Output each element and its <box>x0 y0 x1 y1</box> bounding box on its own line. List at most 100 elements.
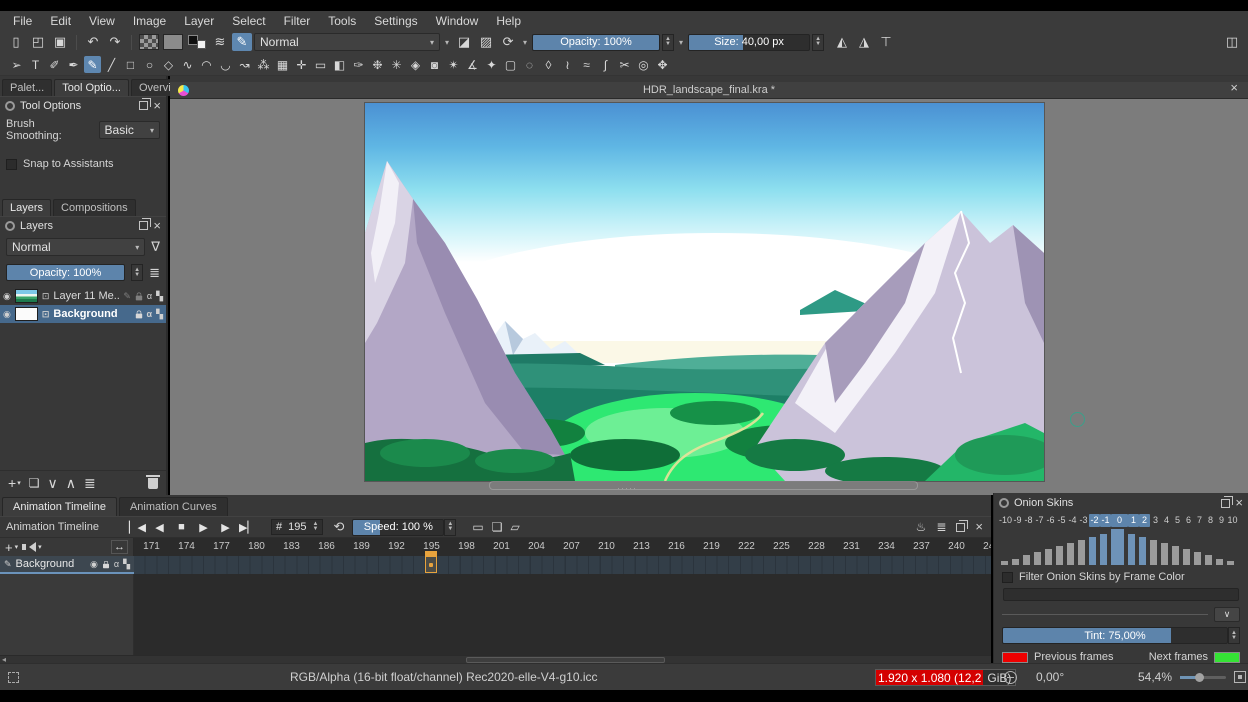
onion-skin-toggle-icon[interactable]: ♨ <box>916 520 927 534</box>
preserve-alpha-icon[interactable]: ▨ <box>476 33 496 51</box>
timeline-menu-icon[interactable]: ≣ <box>936 520 946 534</box>
tool-freehand-brush[interactable]: ✎ <box>84 56 101 73</box>
onion-opacity-bar[interactable] <box>1098 529 1109 565</box>
onion-frame-toggle[interactable]: -5 <box>1056 514 1067 527</box>
inherit-alpha-icon[interactable]: ▚ <box>156 291 163 302</box>
stop-button[interactable]: ■ <box>172 521 191 534</box>
onion-opacity-bar[interactable] <box>1065 529 1076 565</box>
tool-color-sampler[interactable]: ✑ <box>350 56 367 73</box>
menu-window[interactable]: Window <box>427 14 488 28</box>
fg-bg-color-selector[interactable] <box>187 34 207 50</box>
close-document-icon[interactable]: × <box>1230 83 1238 93</box>
wraparound-mode-icon[interactable]: ⊤ <box>876 33 896 51</box>
chevron-down-icon[interactable]: ▾ <box>38 543 42 551</box>
open-image-icon[interactable]: ◰ <box>28 33 48 51</box>
tool-bezier-select[interactable]: ∫ <box>597 56 614 73</box>
next-frames-color-swatch[interactable] <box>1214 652 1240 663</box>
onion-opacity-bar[interactable] <box>1043 529 1054 565</box>
layer-name[interactable]: Layer 11 Me... <box>53 290 119 302</box>
menu-view[interactable]: View <box>80 14 124 28</box>
reload-dropdown-icon[interactable]: ▾ <box>520 38 530 47</box>
tab-animation-curves[interactable]: Animation Curves <box>119 497 228 516</box>
onion-frame-toggle[interactable]: 8 <box>1205 514 1216 527</box>
onion-opacity-bar[interactable] <box>1109 529 1126 565</box>
onion-frame-toggle[interactable]: 3 <box>1150 514 1161 527</box>
onion-frame-toggle[interactable]: 6 <box>1183 514 1194 527</box>
opacity-slider[interactable]: Opacity: 100% <box>532 34 660 51</box>
pin-icon[interactable]: ✎ <box>4 559 12 570</box>
onion-frame-toggle[interactable]: -6 <box>1045 514 1056 527</box>
tool-colorize-mask[interactable]: ✴ <box>445 56 462 73</box>
tool-reference-images[interactable]: ✦ <box>483 56 500 73</box>
onion-frame-toggle[interactable]: 5 <box>1172 514 1183 527</box>
tool-polygon[interactable]: ◇ <box>160 56 177 73</box>
size-slider[interactable]: Size: 40,00 px <box>688 34 810 51</box>
tool-smart-patch[interactable]: ✳ <box>388 56 405 73</box>
onion-opacity-bar[interactable] <box>1159 529 1170 565</box>
filter-frame-color-checkbox[interactable] <box>1002 572 1013 583</box>
skip-to-start-button[interactable]: ▏◀ <box>128 521 147 534</box>
onion-opacity-bar[interactable] <box>1021 529 1032 565</box>
frame-ruler[interactable]: 1711741771801831861891921951982012042072… <box>134 538 991 556</box>
float-docker-icon[interactable] <box>956 523 965 532</box>
choose-brush-preset-icon[interactable]: ≋ <box>210 33 230 51</box>
skip-to-end-button[interactable]: ▶▏ <box>238 521 257 534</box>
track-label[interactable]: ✎ Background ◉ α ▚ <box>0 556 134 574</box>
onion-opacity-bar[interactable] <box>1148 529 1159 565</box>
tool-zoom[interactable]: ◎ <box>635 56 652 73</box>
close-icon[interactable]: × <box>1235 498 1243 508</box>
layer-name[interactable]: Background <box>53 308 130 320</box>
frame-color-filter-combo[interactable] <box>1003 588 1239 601</box>
onion-frame-toggle[interactable]: -10 <box>999 514 1012 527</box>
tool-freehand-path[interactable]: ◡ <box>217 56 234 73</box>
onion-opacity-bar[interactable] <box>1225 529 1236 565</box>
layer-opacity-slider[interactable]: Opacity: 100% <box>6 264 125 281</box>
current-frame-marker[interactable] <box>425 556 437 573</box>
previous-frames-color-swatch[interactable] <box>1002 652 1028 663</box>
save-icon[interactable]: ▣ <box>50 33 70 51</box>
tool-text[interactable]: T <box>27 56 44 73</box>
canvas-document[interactable] <box>365 103 1044 481</box>
tool-edit-shapes[interactable]: ✐ <box>46 56 63 73</box>
rotation-icon[interactable] <box>1004 671 1017 684</box>
move-layer-down-button[interactable]: ∨ <box>47 475 57 492</box>
layer-properties-button[interactable]: ≣ <box>84 475 96 492</box>
onion-opacity-bar[interactable] <box>1010 529 1021 565</box>
tool-fill[interactable]: ◈ <box>407 56 424 73</box>
tab-palette[interactable]: Palet... <box>2 79 52 96</box>
tool-select-shapes[interactable]: ➢ <box>8 56 25 73</box>
menu-filter[interactable]: Filter <box>275 14 320 28</box>
onion-frame-toggle[interactable]: 2 <box>1139 514 1150 527</box>
docker-grip-icon[interactable] <box>5 101 15 111</box>
onion-opacity-bar[interactable] <box>1214 529 1225 565</box>
add-keyframe-button[interactable]: + <box>5 540 13 555</box>
tint-slider[interactable]: Tint: 75,00% <box>1002 627 1228 644</box>
layer-row-selected[interactable]: ◉ ⊡ Background α ▚ <box>0 305 166 323</box>
tab-animation-timeline[interactable]: Animation Timeline <box>2 497 117 516</box>
preset-dropdown-icon[interactable]: ▾ <box>442 38 452 47</box>
alpha-lock-icon[interactable]: α <box>114 559 119 569</box>
visibility-eye-icon[interactable]: ◉ <box>3 291 11 302</box>
tool-move[interactable]: ✛ <box>293 56 310 73</box>
onion-opacity-bar[interactable] <box>1087 529 1098 565</box>
frame-cells[interactable] <box>134 556 991 574</box>
layer-thumbnail[interactable] <box>15 289 38 303</box>
duplicate-frame-icon[interactable]: ❏ <box>492 520 503 534</box>
tool-line[interactable]: ╱ <box>103 56 120 73</box>
onion-frame-toggle[interactable]: 0 <box>1111 514 1128 527</box>
onion-opacity-bar[interactable] <box>1170 529 1181 565</box>
onion-frame-toggle[interactable]: -1 <box>1100 514 1111 527</box>
tab-layers[interactable]: Layers <box>2 199 51 216</box>
add-layer-button[interactable]: + <box>8 475 16 491</box>
frame-display-icon[interactable]: ▭ <box>472 520 483 534</box>
next-frame-button[interactable]: ▶ <box>216 521 235 534</box>
tool-pan[interactable]: ✥ <box>654 56 671 73</box>
menu-settings[interactable]: Settings <box>365 14 426 28</box>
layer-opacity-spinner[interactable]: ▲▼ <box>131 264 143 281</box>
tab-tool-options[interactable]: Tool Optio... <box>54 79 129 96</box>
float-docker-icon[interactable] <box>139 221 148 230</box>
brush-preset-combo[interactable]: Normal▾ <box>254 33 440 51</box>
canvas-horizontal-scrollbar[interactable] <box>489 481 918 490</box>
reload-preset-icon[interactable]: ⟳ <box>498 33 518 51</box>
chevron-down-icon[interactable]: ▾ <box>15 543 19 551</box>
